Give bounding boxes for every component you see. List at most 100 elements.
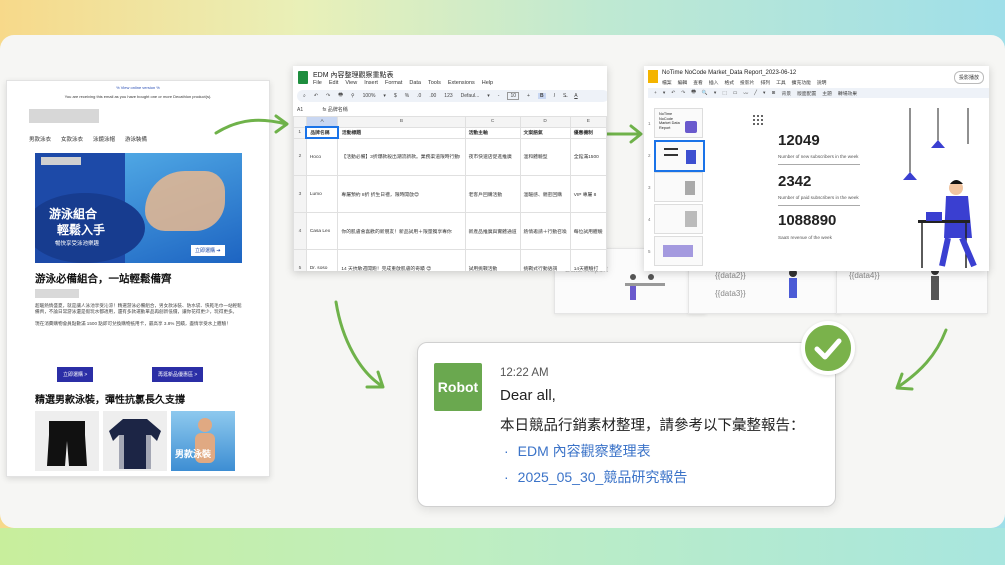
undo-icon[interactable]: ↶ — [671, 91, 675, 96]
table-cell[interactable]: 全館滿1500 — [569, 137, 607, 176]
new-slide-icon[interactable]: + — [654, 91, 657, 96]
table-cell[interactable]: 挑戰式行動語調 — [519, 249, 571, 271]
table-cell[interactable]: 每位試用體驗 — [569, 212, 607, 250]
menu-view[interactable]: View — [345, 80, 357, 86]
menu-insert[interactable]: Insert — [364, 80, 378, 86]
table-cell[interactable]: Lumo — [305, 175, 339, 213]
select-icon[interactable]: ⬚ — [722, 91, 727, 96]
menu-file[interactable]: 檔案 — [662, 79, 672, 86]
link-text[interactable]: EDM 內容觀察整理表 — [518, 443, 651, 459]
menu-format[interactable]: Format — [385, 80, 402, 86]
percent-format-button[interactable]: % — [405, 93, 409, 99]
row-number[interactable]: 1 — [293, 126, 307, 139]
table-cell[interactable]: Casa Lex — [305, 212, 339, 250]
chevron-down-icon[interactable]: ▾ — [714, 91, 716, 96]
increase-decimal-button[interactable]: .00 — [429, 93, 436, 99]
menu-data[interactable]: Data — [409, 80, 421, 86]
menu-tools[interactable]: Tools — [428, 80, 441, 86]
text-color-button[interactable]: A — [574, 93, 577, 99]
email-view-online-link[interactable]: % View online version % — [7, 85, 269, 90]
slideshow-button[interactable]: 投影播放 — [954, 71, 985, 84]
email-nav-item[interactable]: 游泳裝備 — [125, 135, 147, 143]
table-cell[interactable]: 夜市快速店促進推廣 — [464, 137, 521, 176]
column-header[interactable]: E — [569, 116, 607, 128]
menu-extensions[interactable]: Extensions — [448, 80, 475, 86]
search-icon[interactable]: ⌕ — [303, 93, 306, 99]
layout-button[interactable]: 版面配置 — [797, 90, 816, 97]
table-cell[interactable]: 14天體驗打 — [569, 249, 607, 271]
slide-thumbnail[interactable]: NoTime NoCode Market Data Report — [654, 108, 703, 138]
email-nav-item[interactable]: 泳鏡泳帽 — [93, 135, 115, 143]
slide-thumbnail[interactable] — [654, 236, 703, 266]
theme-button[interactable]: 主題 — [822, 90, 832, 97]
menu-help[interactable]: Help — [482, 80, 493, 86]
link-text[interactable]: 2025_05_30_競品研究報告 — [518, 469, 688, 485]
slide-thumbnail[interactable] — [654, 172, 703, 202]
column-header[interactable]: A — [305, 116, 339, 128]
number-format-button[interactable]: 123 — [444, 93, 452, 99]
font-select[interactable]: Defaul... — [461, 93, 480, 99]
report-link-competitor-study[interactable]: · 2025_05_30_競品研究報告 — [504, 467, 687, 487]
textbox-icon[interactable]: ▭ — [733, 91, 738, 96]
menu-edit[interactable]: Edit — [329, 80, 338, 86]
menu-slide[interactable]: 投影片 — [740, 79, 754, 86]
formula-bar[interactable]: A1 fx 品牌名稱 — [297, 106, 348, 113]
product-image-rashguard[interactable] — [103, 411, 167, 471]
currency-format-button[interactable]: $ — [394, 93, 397, 99]
bold-button[interactable]: B — [537, 93, 546, 99]
email-hero-banner[interactable]: 游泳組合 輕鬆入手 暢快享受泳池樂趣 立即選購 ➔ — [35, 153, 242, 263]
hero-cta-button[interactable]: 立即選購 ➔ — [191, 245, 225, 256]
table-cell[interactable]: 熱情邀請＋行動召喚 — [519, 212, 571, 250]
table-cell[interactable]: 老客戶回購活動 — [464, 175, 521, 213]
report-link-edm[interactable]: · EDM 內容觀察整理表 — [504, 441, 651, 461]
italic-button[interactable]: I — [554, 93, 555, 99]
table-cell[interactable]: 新產品推廣與實體通道 — [464, 212, 521, 250]
menu-arrange[interactable]: 排列 — [760, 79, 770, 86]
email-shop-button[interactable]: 立即選購 > — [57, 367, 94, 382]
email-nav-item[interactable]: 女款泳衣 — [61, 135, 83, 143]
row-number[interactable]: 2 — [293, 137, 307, 176]
table-cell[interactable]: VIP 專屬 8 — [569, 175, 607, 213]
table-cell[interactable]: 品牌名稱 — [305, 126, 339, 139]
email-new-products-button[interactable]: 再逛新品優惠區 > — [152, 367, 204, 382]
redo-icon[interactable]: ↷ — [326, 93, 330, 99]
table-cell[interactable]: 溫和體驗型 — [519, 137, 571, 176]
print-icon[interactable]: 🖶 — [338, 92, 343, 100]
sheet-title[interactable]: EDM 內容整理觀察重點表 — [313, 70, 394, 80]
row-number[interactable]: 5 — [293, 249, 307, 271]
column-header[interactable]: D — [519, 116, 571, 128]
undo-icon[interactable]: ↶ — [314, 93, 318, 99]
line-icon[interactable]: ╱ — [754, 91, 757, 96]
chevron-down-icon[interactable]: ▾ — [763, 91, 765, 96]
table-cell[interactable]: 活動標題 — [337, 126, 466, 139]
image-icon[interactable]: 〰 — [743, 90, 748, 97]
table-cell[interactable]: 【活動必備】3折爆款殺出潮流新款。業務渠道限時行動! — [337, 137, 466, 176]
redo-icon[interactable]: ↷ — [681, 91, 685, 96]
product-image-shorts[interactable] — [35, 411, 99, 471]
menu-view[interactable]: 查看 — [693, 79, 703, 86]
zoom-select[interactable]: 100% — [363, 93, 376, 99]
table-cell[interactable]: 試用挑戰活動 — [464, 249, 521, 271]
font-size-decrease[interactable]: - — [498, 93, 500, 99]
spreadsheet-grid[interactable]: A B C D E 1 品牌名稱 活動標題 活動主軸 文案語氣 優惠機制 2 H… — [293, 116, 607, 271]
product-image-swimmer[interactable]: 男款泳裝 — [171, 411, 235, 471]
slide-canvas[interactable]: 12049 Number of new subscribers in the w… — [740, 108, 985, 271]
menu-format[interactable]: 格式 — [724, 79, 734, 86]
slide-thumbnail-selected[interactable] — [654, 140, 705, 172]
chevron-down-icon[interactable]: ▾ — [663, 91, 665, 96]
print-icon[interactable]: 🖶 — [691, 89, 696, 97]
menu-insert[interactable]: 插入 — [709, 79, 719, 86]
table-cell[interactable]: 活動主軸 — [464, 126, 521, 139]
font-size-increase[interactable]: + — [527, 93, 530, 99]
strikethrough-button[interactable]: S̶ — [563, 93, 566, 99]
slide-thumbnail[interactable] — [654, 204, 703, 234]
formula-content[interactable]: fx 品牌名稱 — [323, 107, 348, 113]
table-cell[interactable]: 專屬預約 8折 折生日禮，限時開啟😍 — [337, 175, 466, 213]
slides-title[interactable]: NoTime NoCode Market_Data Report_2023-06… — [662, 70, 796, 76]
table-cell[interactable]: 你的肌膚會喜歡的新朋友！新品試用＋限量獨享專你 — [337, 212, 466, 250]
transition-button[interactable]: 轉場效果 — [838, 90, 857, 97]
table-cell[interactable]: 溫暖感、親密回購 — [519, 175, 571, 213]
table-cell[interactable]: 14 天抗敏週開跑！完成重啟肌膚的奇蹟 😍 — [337, 249, 466, 271]
background-button[interactable]: 背景 — [781, 90, 791, 97]
email-nav-item[interactable]: 男款泳衣 — [29, 135, 51, 143]
